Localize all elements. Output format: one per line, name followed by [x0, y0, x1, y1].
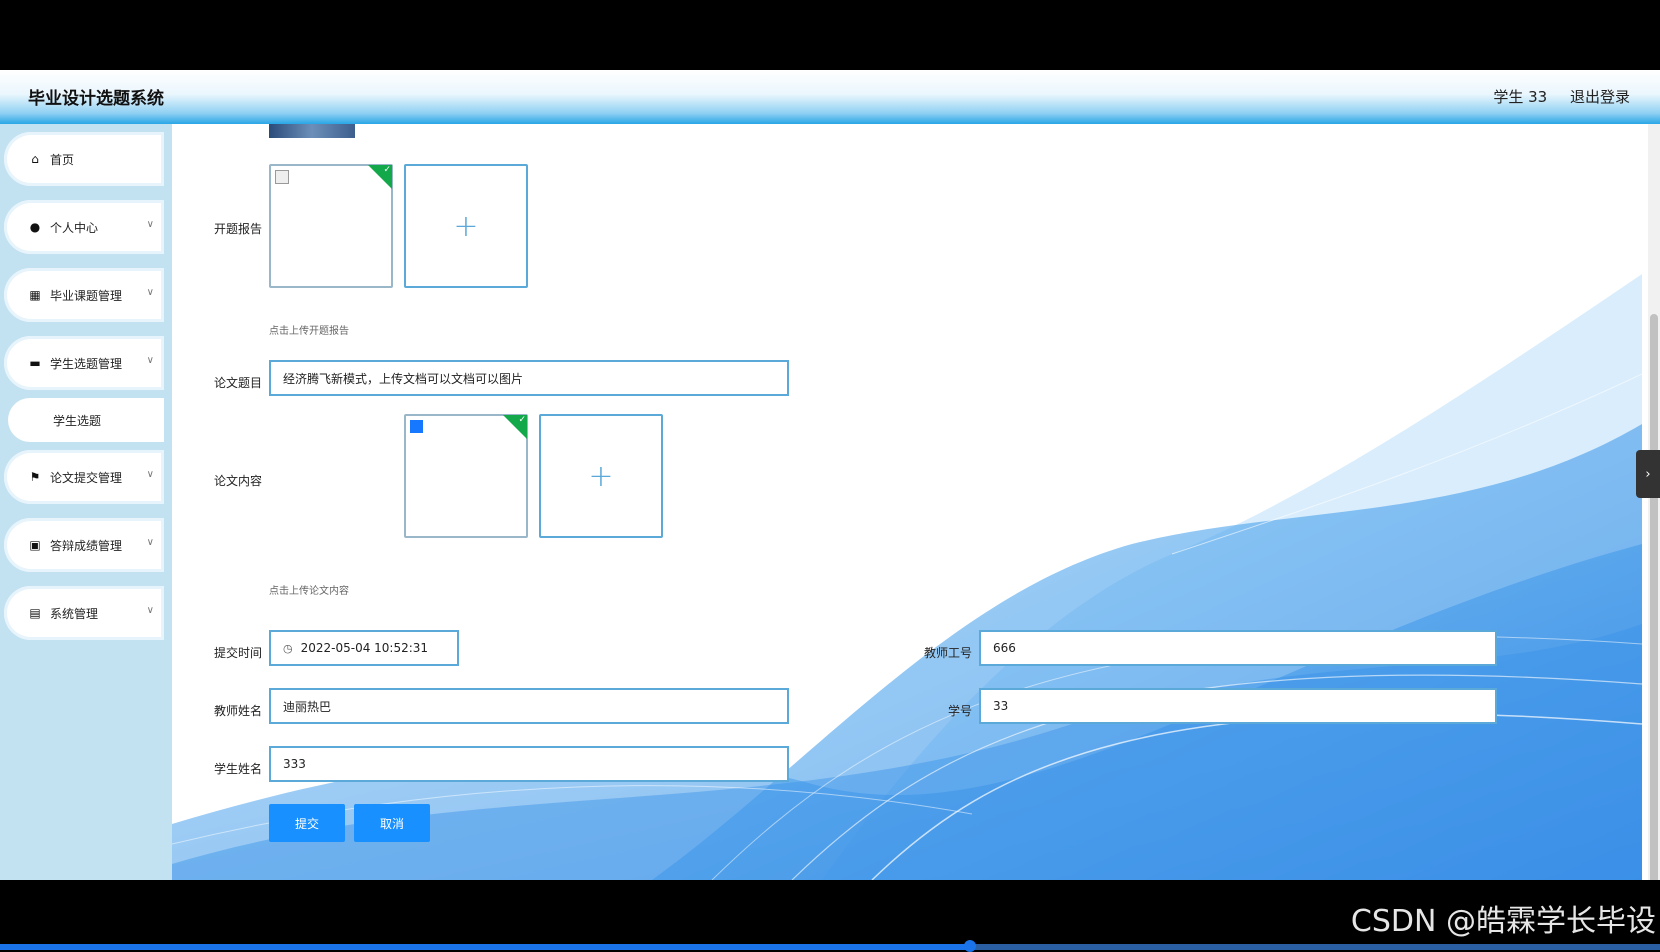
chevron-down-icon: ∨	[146, 355, 154, 366]
file-icon	[410, 420, 423, 433]
sidebar: ⌂ 首页 ● 个人中心 ∨ ▦ 毕业课题管理 ∨ ▬ 学生选题管理 ∨ 学生选题…	[0, 124, 172, 880]
chevron-down-icon: ∨	[146, 537, 154, 548]
teacher-name-label: 教师姓名	[213, 704, 262, 718]
main-content: 开题报告 ✓ + 点击上传开题报告 论文题目 经济腾飞新模式，上传文档可以文档可…	[172, 124, 1642, 880]
scrollbar-thumb[interactable]	[1650, 314, 1658, 880]
teacher-id-label: 教师工号	[923, 646, 972, 660]
previous-image-thumbnail	[269, 124, 355, 138]
thesis-content-uploaded-file[interactable]: ✓	[404, 414, 528, 538]
teacher-name-input[interactable]: 迪丽热巴	[269, 688, 789, 724]
sidebar-item-label: 答辩成绩管理	[50, 538, 123, 553]
sidebar-item-label: 毕业课题管理	[50, 288, 123, 303]
chat-icon: ▬	[29, 356, 41, 370]
teacher-id-input[interactable]: 666	[979, 630, 1497, 666]
uploaded-check-icon: ✓	[368, 165, 392, 189]
home-icon: ⌂	[31, 152, 39, 166]
chevron-right-icon[interactable]: ›	[1636, 450, 1660, 498]
logout-link[interactable]: 退出登录	[1570, 88, 1630, 106]
thesis-content-upload-button[interactable]: +	[539, 414, 663, 538]
user-icon: ●	[29, 220, 41, 234]
grid-icon: ▦	[29, 288, 41, 302]
vertical-scrollbar[interactable]	[1648, 124, 1660, 880]
submit-time-value: 2022-05-04 10:52:31	[300, 641, 429, 655]
sidebar-item-label: 个人中心	[50, 220, 99, 235]
watermark: CSDN @皓霖学长毕设	[1350, 904, 1656, 939]
submit-time-label: 提交时间	[213, 646, 262, 660]
sidebar-item-defense-score[interactable]: ▣ 答辩成绩管理 ∨	[4, 518, 164, 572]
sidebar-item-label: 学生选题	[53, 413, 102, 428]
plus-icon: +	[453, 208, 479, 244]
header: 毕业设计选题系统 学生 33 退出登录	[0, 70, 1660, 124]
thesis-title-label: 论文题目	[213, 376, 262, 390]
broken-image-icon	[275, 170, 289, 184]
thesis-content-label: 论文内容	[213, 474, 262, 488]
submit-button[interactable]: 提交	[269, 804, 345, 842]
chevron-down-icon: ∨	[146, 219, 154, 230]
app-title: 毕业设计选题系统	[28, 89, 164, 109]
sidebar-subitem-student-selection[interactable]: 学生选题	[8, 398, 164, 442]
uploaded-check-icon: ✓	[503, 415, 527, 439]
proposal-uploaded-file[interactable]: ✓	[269, 164, 393, 288]
app-window: 毕业设计选题系统 学生 33 退出登录 ⌂ 首页 ● 个人中心 ∨ ▦ 毕业课题…	[0, 70, 1660, 880]
plus-icon: +	[588, 458, 614, 494]
sidebar-item-student-selection-management[interactable]: ▬ 学生选题管理 ∨	[4, 336, 164, 390]
current-user: 学生 33	[1493, 88, 1548, 106]
thesis-content-hint: 点击上传论文内容	[269, 586, 349, 597]
sidebar-item-system-management[interactable]: ▤ 系统管理 ∨	[4, 586, 164, 640]
sidebar-item-thesis-submission[interactable]: ⚑ 论文提交管理 ∨	[4, 450, 164, 504]
student-id-input[interactable]: 33	[979, 688, 1497, 724]
clipboard-icon: ▣	[29, 538, 41, 552]
student-id-label: 学号	[947, 704, 972, 718]
sidebar-item-label: 论文提交管理	[50, 470, 123, 485]
sidebar-item-home[interactable]: ⌂ 首页	[4, 132, 164, 186]
proposal-hint: 点击上传开题报告	[269, 326, 349, 337]
chevron-down-icon: ∨	[146, 605, 154, 616]
sidebar-item-personal-center[interactable]: ● 个人中心 ∨	[4, 200, 164, 254]
document-icon: ▤	[29, 606, 41, 620]
video-progress-fill	[0, 944, 970, 950]
video-progress-handle[interactable]	[964, 940, 976, 952]
flag-icon: ⚑	[29, 470, 41, 484]
proposal-label: 开题报告	[213, 222, 262, 236]
chevron-down-icon: ∨	[146, 469, 154, 480]
sidebar-item-topic-management[interactable]: ▦ 毕业课题管理 ∨	[4, 268, 164, 322]
cancel-button[interactable]: 取消	[354, 804, 430, 842]
sidebar-item-label: 学生选题管理	[50, 356, 123, 371]
proposal-upload-button[interactable]: +	[404, 164, 528, 288]
student-name-label: 学生姓名	[213, 762, 262, 776]
thesis-title-input[interactable]: 经济腾飞新模式，上传文档可以文档可以图片	[269, 360, 789, 396]
chevron-down-icon: ∨	[146, 287, 154, 298]
sidebar-item-label: 系统管理	[50, 606, 99, 621]
student-name-input[interactable]: 333	[269, 746, 789, 782]
submit-time-picker[interactable]: ◷ 2022-05-04 10:52:31	[269, 630, 459, 666]
header-right: 学生 33 退出登录	[1475, 86, 1630, 107]
sidebar-item-label: 首页	[50, 152, 75, 167]
clock-icon: ◷	[283, 641, 293, 655]
